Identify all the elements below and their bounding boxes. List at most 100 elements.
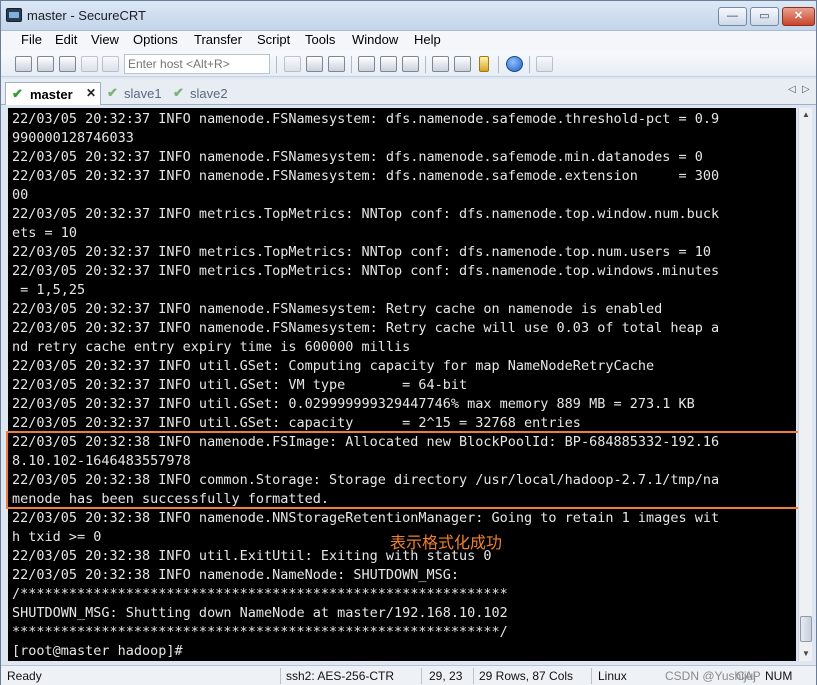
status-caps: CAP: [736, 669, 761, 683]
terminal-line: 22/03/05 20:32:37 INFO namenode.FSNamesy…: [12, 301, 663, 317]
quick-connect-icon[interactable]: [37, 56, 54, 72]
menu-view[interactable]: View: [89, 32, 121, 47]
find-icon[interactable]: [328, 56, 345, 72]
terminal-line: nd retry cache entry expiry time is 6000…: [12, 339, 411, 355]
terminal-text: 22/03/05 20:32:37 INFO namenode.FSNamesy…: [12, 110, 719, 661]
connected-check-icon: ✔: [107, 85, 118, 100]
scroll-down-icon[interactable]: ▼: [800, 647, 812, 661]
tab-label: slave1: [124, 86, 162, 101]
menu-options[interactable]: Options: [131, 32, 180, 47]
terminal-line: menode has been successfully formatted.: [12, 491, 329, 507]
tab-slave2[interactable]: ✔ slave2: [171, 82, 237, 105]
window-title: master - SecureCRT: [27, 8, 146, 23]
menu-script[interactable]: Script: [255, 32, 292, 47]
format-success-annotation: 表示格式化成功: [390, 533, 503, 552]
global-options-icon[interactable]: [454, 56, 471, 72]
menu-edit[interactable]: Edit: [53, 32, 79, 47]
disconnect-icon[interactable]: [102, 56, 119, 72]
terminal-line: ****************************************…: [12, 624, 508, 640]
status-ready: Ready: [7, 669, 42, 683]
enter-host-input[interactable]: [124, 54, 270, 74]
status-protocol: ssh2: AES-256-CTR: [286, 669, 395, 683]
keymap-icon[interactable]: [479, 56, 489, 72]
status-cursor: 29, 23: [429, 669, 463, 683]
tab-next-icon[interactable]: ▷: [802, 84, 810, 95]
toolbar: [1, 51, 816, 77]
session-tab-strip: ✔ master ✕ ✔ slave1 ✔ slave2 ◁ ▷: [1, 79, 816, 105]
terminal-line: 22/03/05 20:32:37 INFO util.GSet: VM typ…: [12, 377, 468, 393]
toolbar-separator: [498, 56, 499, 73]
session-options-icon[interactable]: [432, 56, 449, 72]
terminal-line: 00: [12, 187, 29, 203]
connect-tab-icon[interactable]: [59, 56, 76, 72]
menu-window[interactable]: Window: [350, 32, 400, 47]
scroll-thumb[interactable]: [800, 616, 812, 642]
scroll-up-icon[interactable]: ▲: [800, 108, 812, 122]
terminal-line: 22/03/05 20:32:38 INFO util.ExitUtil: Ex…: [12, 548, 492, 564]
terminal-output[interactable]: 22/03/05 20:32:37 INFO namenode.FSNamesy…: [8, 108, 796, 661]
terminal-line: 22/03/05 20:32:38 INFO namenode.FSImage:…: [12, 434, 720, 450]
copy-icon[interactable]: [284, 56, 301, 72]
status-os: Linux: [598, 669, 627, 683]
menu-transfer[interactable]: Transfer: [192, 32, 244, 47]
print-icon[interactable]: [358, 56, 375, 72]
terminal-line: 22/03/05 20:32:37 INFO util.GSet: Comput…: [12, 358, 655, 374]
tab-label: slave2: [190, 86, 228, 101]
help-icon[interactable]: [506, 56, 523, 72]
status-num: NUM: [765, 669, 793, 683]
terminal-line: 22/03/05 20:32:38 INFO common.Storage: S…: [12, 472, 720, 488]
terminal-line: = 1,5,25: [12, 282, 86, 298]
menu-tools[interactable]: Tools: [303, 32, 337, 47]
status-divider: [421, 668, 422, 684]
terminal-line: [root@master hadoop]#: [12, 643, 183, 659]
terminal-line: ets = 10: [12, 225, 78, 241]
terminal-line: 22/03/05 20:32:37 INFO util.GSet: 0.0299…: [12, 396, 695, 412]
securecrt-app-icon[interactable]: [6, 8, 22, 22]
connect-icon[interactable]: [15, 56, 32, 72]
tab-label: master: [30, 87, 73, 102]
menu-help[interactable]: Help: [412, 32, 443, 47]
terminal-line: 22/03/05 20:32:37 INFO metrics.TopMetric…: [12, 244, 711, 260]
connected-check-icon: ✔: [12, 86, 23, 101]
menu-bar: File Edit View Options Transfer Script T…: [1, 31, 816, 51]
terminal-line: 22/03/05 20:32:37 INFO metrics.TopMetric…: [12, 263, 720, 279]
tab-master[interactable]: ✔ master ✕: [5, 82, 101, 105]
title-bar[interactable]: master - SecureCRT — ▭ ✕: [1, 1, 816, 31]
terminal-line: h txid >= 0: [12, 529, 102, 545]
tab-prev-icon[interactable]: ◁: [788, 84, 796, 95]
toolbar-separator: [425, 56, 426, 73]
reconnect-icon[interactable]: [81, 56, 98, 72]
print-setup-icon[interactable]: [380, 56, 397, 72]
tab-slave1[interactable]: ✔ slave1: [105, 82, 167, 105]
minimize-button[interactable]: —: [718, 7, 747, 26]
screen-icon[interactable]: [536, 56, 553, 72]
close-button[interactable]: ✕: [782, 7, 815, 26]
terminal-line: 22/03/05 20:32:37 INFO metrics.TopMetric…: [12, 206, 720, 222]
terminal-line: 22/03/05 20:32:37 INFO namenode.FSNamesy…: [12, 168, 720, 184]
status-bar: Ready ssh2: AES-256-CTR 29, 23 29 Rows, …: [1, 665, 816, 685]
menu-file[interactable]: File: [19, 32, 44, 47]
terminal-line: 22/03/05 20:32:37 INFO namenode.FSNamesy…: [12, 320, 720, 336]
toolbar-separator: [529, 56, 530, 73]
toolbar-separator: [351, 56, 352, 73]
terminal-line: /***************************************…: [12, 586, 508, 602]
maximize-button[interactable]: ▭: [750, 7, 779, 26]
status-divider: [591, 668, 592, 684]
terminal-line: 22/03/05 20:32:37 INFO util.GSet: capaci…: [12, 415, 581, 431]
terminal-line: 22/03/05 20:32:37 INFO namenode.FSNamesy…: [12, 111, 720, 127]
terminal-line: 990000128746033: [12, 130, 134, 146]
toolbar-separator: [276, 56, 277, 73]
tab-close-icon[interactable]: ✕: [86, 86, 96, 100]
paste-icon[interactable]: [306, 56, 323, 72]
status-divider: [280, 668, 281, 684]
printer-icon[interactable]: [402, 56, 419, 72]
status-size: 29 Rows, 87 Cols: [479, 669, 574, 683]
connected-check-icon: ✔: [173, 85, 184, 100]
terminal-line: 22/03/05 20:32:38 INFO namenode.NameNode…: [12, 567, 460, 583]
terminal-line: 22/03/05 20:32:37 INFO namenode.FSNamesy…: [12, 149, 703, 165]
terminal-line: 22/03/05 20:32:38 INFO namenode.NNStorag…: [12, 510, 720, 526]
terminal-line: SHUTDOWN_MSG: Shutting down NameNode at …: [12, 605, 508, 621]
terminal-scrollbar[interactable]: ▲ ▼: [798, 108, 812, 661]
securecrt-window: master - SecureCRT — ▭ ✕ File Edit View …: [0, 0, 817, 685]
terminal-line: 8.10.102-1646483557978: [12, 453, 191, 469]
